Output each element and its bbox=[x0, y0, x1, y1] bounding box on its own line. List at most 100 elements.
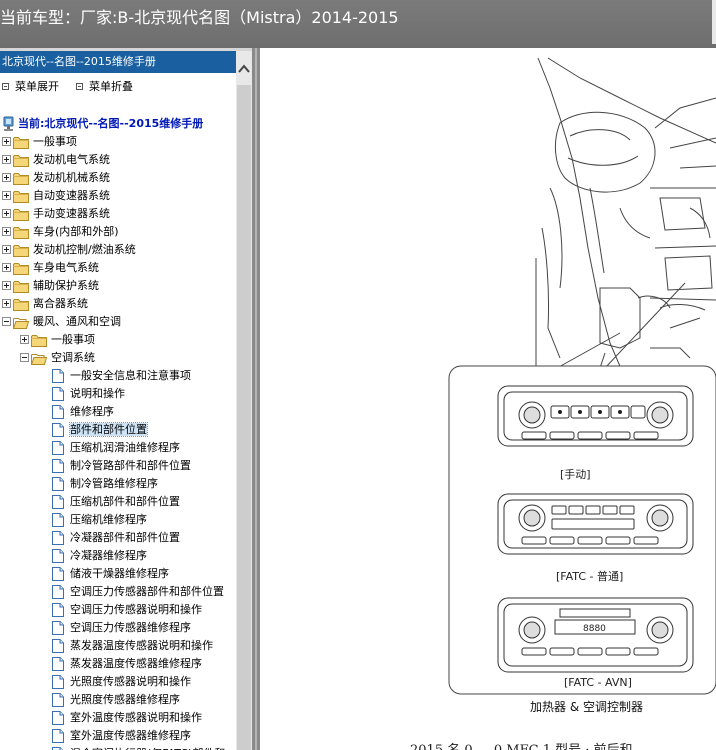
panel-label-manual: [手动] bbox=[560, 467, 591, 481]
folder-icon bbox=[13, 190, 29, 203]
tree-document-item[interactable]: 蒸发器温度传感器维修程序 bbox=[52, 655, 202, 673]
open-folder-icon bbox=[31, 353, 47, 365]
expand-node-icon[interactable] bbox=[2, 136, 11, 146]
dashboard-line-art bbox=[535, 57, 716, 379]
tree-category-label: 离合器系统 bbox=[33, 297, 88, 310]
tree-category[interactable]: 发动机控制/燃油系统 bbox=[2, 241, 136, 259]
expand-node-icon[interactable] bbox=[2, 244, 11, 254]
panel-label-fatc-avn: [FATC - AVN] bbox=[564, 676, 632, 689]
tree-document-item[interactable]: 储液干燥器维修程序 bbox=[52, 565, 169, 583]
panel-label-fatc-normal: [FATC - 普通] bbox=[556, 569, 623, 583]
tree-document-item[interactable]: 说明和操作 bbox=[52, 385, 125, 403]
tree-document-item[interactable]: 空调压力传感器部件和部件位置 bbox=[52, 583, 224, 601]
tree-category-label: 发动机机械系统 bbox=[33, 171, 110, 184]
tree-category[interactable]: 发动机机械系统 bbox=[2, 169, 110, 187]
tree-document-item[interactable]: 冷凝器维修程序 bbox=[52, 547, 147, 565]
collapse-node-icon[interactable] bbox=[20, 352, 29, 362]
expand-node-icon[interactable] bbox=[2, 190, 11, 200]
tree-category[interactable]: 车身电气系统 bbox=[2, 259, 99, 277]
folder-icon bbox=[13, 154, 29, 167]
tree-category-label: 自动变速器系统 bbox=[33, 189, 110, 202]
document-icon bbox=[52, 441, 64, 455]
scroll-up-icon[interactable] bbox=[236, 61, 252, 77]
tree-document-item[interactable]: 光照度传感器维修程序 bbox=[52, 691, 180, 709]
tree-document-item[interactable]: 制冷管路维修程序 bbox=[52, 475, 158, 493]
collapse-node-icon[interactable] bbox=[2, 316, 11, 326]
tree-document-item[interactable]: 压缩机部件和部件位置 bbox=[52, 493, 180, 511]
folder-icon bbox=[13, 298, 29, 311]
tree-category[interactable]: 发动机电气系统 bbox=[2, 151, 110, 169]
tree-scrollbar[interactable] bbox=[236, 51, 252, 750]
tree-category[interactable]: 自动变速器系统 bbox=[2, 187, 110, 205]
expand-node-icon[interactable] bbox=[2, 154, 11, 164]
tree-document-item[interactable]: 制冷管路部件和部件位置 bbox=[52, 457, 191, 475]
document-icon bbox=[52, 567, 64, 581]
document-icon bbox=[52, 459, 64, 473]
tree-category-label: 发动机电气系统 bbox=[33, 153, 110, 166]
tree-category-label: 手动变速器系统 bbox=[33, 207, 110, 220]
scroll-thumb[interactable] bbox=[237, 85, 251, 750]
tree-document-item[interactable]: 维修程序 bbox=[52, 403, 114, 421]
tree-category[interactable]: 离合器系统 bbox=[2, 295, 88, 313]
tree-subcategory-label: 一般事项 bbox=[51, 333, 95, 346]
tree-document-item[interactable]: 空调压力传感器说明和操作 bbox=[52, 601, 202, 619]
tree-subcategory[interactable]: 空调系统 bbox=[20, 349, 95, 367]
expand-all-label: 菜单展开 bbox=[15, 80, 59, 93]
tree-document-item[interactable]: 空调压力传感器维修程序 bbox=[52, 619, 191, 637]
tree-category[interactable]: 一般事项 bbox=[2, 133, 77, 151]
expand-node-icon[interactable] bbox=[2, 298, 11, 308]
collapse-all-button[interactable]: 菜单折叠 bbox=[76, 77, 133, 97]
tree-category-label: 辅助保护系统 bbox=[33, 279, 99, 292]
document-view: [手动] [FATC - 普通] 8880 [FATC - AVN] 加热器 &… bbox=[260, 48, 716, 750]
tree-document-item[interactable]: 室外温度传感器维修程序 bbox=[52, 727, 191, 745]
tree-document-item[interactable]: 光照度传感器说明和操作 bbox=[52, 673, 191, 691]
tree-document-item[interactable]: 室外温度传感器说明和操作 bbox=[52, 709, 202, 727]
document-icon bbox=[52, 423, 64, 437]
tree-subcategory-label: 空调系统 bbox=[51, 351, 95, 364]
document-icon bbox=[52, 657, 64, 671]
expand-icon bbox=[2, 82, 9, 90]
tree-root-label: 当前:北京现代--名图--2015维修手册 bbox=[18, 117, 204, 130]
expand-all-button[interactable]: 菜单展开 bbox=[2, 77, 59, 97]
navigation-panel: 北京现代--名图--2015维修手册 菜单展开 菜单折叠 当前:北京现代--名图… bbox=[0, 48, 258, 750]
folder-icon bbox=[13, 208, 29, 221]
document-icon bbox=[52, 387, 64, 401]
tree-category-label: 车身(内部和外部) bbox=[33, 225, 119, 238]
tree-subcategory[interactable]: 一般事项 bbox=[20, 331, 95, 349]
tree-document-item[interactable]: 蒸发器温度传感器说明和操作 bbox=[52, 637, 213, 655]
tree-category[interactable]: 暖风、通风和空调 bbox=[2, 313, 121, 331]
open-folder-icon bbox=[13, 317, 29, 329]
window-title: 当前车型：厂家:B-北京现代名图（Mistra）2014-2015 bbox=[0, 8, 399, 27]
tree-document-label: 室外温度传感器说明和操作 bbox=[70, 711, 202, 724]
tree-document-label: 室外温度传感器维修程序 bbox=[70, 729, 191, 742]
tree-category[interactable]: 辅助保护系统 bbox=[2, 277, 99, 295]
expand-node-icon[interactable] bbox=[2, 226, 11, 236]
tree-category-label: 发动机控制/燃油系统 bbox=[33, 243, 136, 256]
panel-splitter[interactable] bbox=[252, 48, 260, 750]
window-title-bar: 当前车型：厂家:B-北京现代名图（Mistra）2014-2015 bbox=[0, 0, 716, 48]
tree-document-label: 制冷管路部件和部件位置 bbox=[70, 459, 191, 472]
tree-document-item[interactable]: 压缩机维修程序 bbox=[52, 511, 147, 529]
expand-node-icon[interactable] bbox=[2, 280, 11, 290]
document-icon bbox=[52, 603, 64, 617]
document-icon bbox=[52, 693, 64, 707]
tree-document-item[interactable]: 冷凝器部件和部件位置 bbox=[52, 529, 180, 547]
expand-node-icon[interactable] bbox=[2, 172, 11, 182]
document-icon bbox=[52, 513, 64, 527]
tree-document-item[interactable]: 一般安全信息和注意事项 bbox=[52, 367, 191, 385]
tree-document-item[interactable]: 混合室门执行器(仅FATC)部件和 bbox=[52, 745, 225, 750]
expand-node-icon[interactable] bbox=[2, 208, 11, 218]
tree-document-item[interactable]: 压缩机润滑油维修程序 bbox=[52, 439, 180, 457]
manual-illustration: [手动] [FATC - 普通] 8880 [FATC - AVN] 加热器 &… bbox=[410, 57, 716, 750]
tree-root[interactable]: 当前:北京现代--名图--2015维修手册 bbox=[2, 115, 203, 133]
expand-node-icon[interactable] bbox=[20, 334, 29, 344]
document-icon bbox=[52, 549, 64, 563]
tree-category[interactable]: 车身(内部和外部) bbox=[2, 223, 119, 241]
tree-category[interactable]: 手动变速器系统 bbox=[2, 205, 110, 223]
tree-document-item[interactable]: 部件和部件位置 bbox=[52, 421, 148, 439]
splitter-grip bbox=[255, 48, 257, 750]
document-icon bbox=[52, 585, 64, 599]
document-icon bbox=[52, 405, 64, 419]
tree-document-label: 空调压力传感器部件和部件位置 bbox=[70, 585, 224, 598]
expand-node-icon[interactable] bbox=[2, 262, 11, 272]
